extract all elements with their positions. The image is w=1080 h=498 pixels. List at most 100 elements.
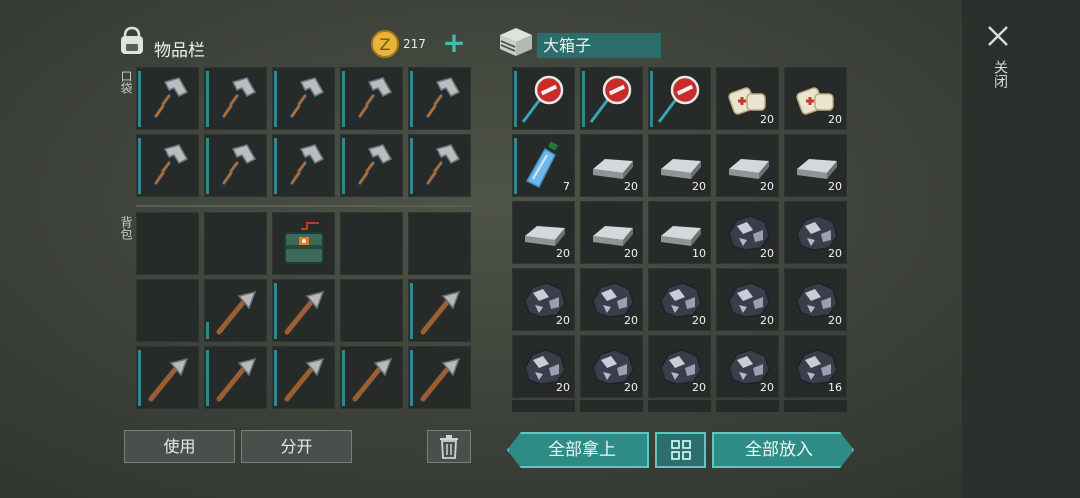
sort-button[interactable]: [655, 432, 706, 468]
durability-bar: [582, 71, 585, 127]
take-all-label: 全部拿上: [548, 440, 616, 460]
box-slot[interactable]: 20: [580, 201, 643, 264]
svg-text:Z: Z: [380, 35, 391, 54]
box-slot[interactable]: 20: [784, 134, 847, 197]
item-count: 20: [692, 180, 706, 193]
box-slot[interactable]: 20: [716, 67, 779, 130]
box-slot[interactable]: [580, 67, 643, 130]
durability-bar: [206, 350, 209, 406]
item-count: 10: [692, 247, 706, 260]
pocket-slot[interactable]: [272, 67, 335, 130]
sort-icon: [670, 440, 691, 460]
backpack-slot[interactable]: [204, 346, 267, 409]
durability-bar: [274, 283, 277, 339]
item-count: 20: [624, 180, 638, 193]
backpack-slot[interactable]: [204, 279, 267, 342]
backpack-slot[interactable]: [136, 212, 199, 275]
backpack-slot[interactable]: [136, 279, 199, 342]
box-slot[interactable]: 16: [784, 335, 847, 398]
box-slot[interactable]: 20: [648, 335, 711, 398]
box-slot[interactable]: 20: [512, 335, 575, 398]
box-slot[interactable]: [512, 67, 575, 130]
item-count: 20: [624, 314, 638, 327]
box-slot[interactable]: 20: [784, 268, 847, 331]
box-slot[interactable]: 20: [716, 134, 779, 197]
close-icon[interactable]: [986, 24, 1010, 48]
box-slot[interactable]: 20: [784, 201, 847, 264]
box-slot[interactable]: 20: [580, 268, 643, 331]
durability-bar: [410, 138, 413, 194]
backpack-label: 背包: [119, 216, 133, 240]
pocket-slot[interactable]: [204, 134, 267, 197]
backpack-slot[interactable]: [272, 279, 335, 342]
box-slot[interactable]: [648, 67, 711, 130]
durability-bar: [206, 138, 209, 194]
box-slot[interactable]: 20: [784, 67, 847, 130]
box-slot[interactable]: 20: [716, 201, 779, 264]
box-slot[interactable]: 20: [716, 335, 779, 398]
backpack-slot[interactable]: [272, 212, 335, 275]
item-count: 20: [692, 381, 706, 394]
backpack-slot[interactable]: [340, 346, 403, 409]
box-slot[interactable]: 20: [648, 268, 711, 331]
durability-bar: [650, 71, 653, 127]
item-count: 20: [760, 247, 774, 260]
add-coins-button[interactable]: +: [441, 29, 467, 57]
item-count: 20: [624, 381, 638, 394]
pocket-slot[interactable]: [340, 67, 403, 130]
backpack-slot[interactable]: [136, 346, 199, 409]
box-slot[interactable]: 20: [648, 134, 711, 197]
durability-bar: [342, 350, 345, 406]
durability-bar: [206, 71, 209, 127]
durability-bar: [138, 71, 141, 127]
pocket-slot[interactable]: [204, 67, 267, 130]
take-all-button[interactable]: 全部拿上: [507, 432, 649, 468]
box-slot[interactable]: 7: [512, 134, 575, 197]
backpack-slot[interactable]: [340, 212, 403, 275]
box-slot[interactable]: 20: [512, 201, 575, 264]
durability-bar: [342, 138, 345, 194]
backpack-slot[interactable]: [408, 346, 471, 409]
box-slot[interactable]: 10: [648, 201, 711, 264]
put-all-button[interactable]: 全部放入: [712, 432, 854, 468]
pocket-slot[interactable]: [272, 134, 335, 197]
item-count: 20: [828, 314, 842, 327]
inventory-title: 物品栏: [154, 41, 205, 61]
trash-button[interactable]: [427, 430, 471, 463]
backpack-slot[interactable]: [204, 212, 267, 275]
close-label[interactable]: 关闭: [990, 60, 1010, 88]
item-count: 20: [760, 314, 774, 327]
box-title: 大箱子: [537, 33, 661, 58]
backpack-slot[interactable]: [408, 212, 471, 275]
pocket-slot[interactable]: [340, 134, 403, 197]
durability-bar: [342, 71, 345, 127]
item-count: 20: [556, 381, 570, 394]
box-row-partial: [512, 400, 849, 412]
durability-bar: [514, 71, 517, 127]
box-slot[interactable]: 20: [580, 335, 643, 398]
use-button[interactable]: 使用: [124, 430, 235, 463]
item-count: 20: [692, 314, 706, 327]
pocket-slot[interactable]: [408, 134, 471, 197]
coin-count: 217: [403, 37, 426, 51]
durability-bar: [138, 138, 141, 194]
item-count: 20: [624, 247, 638, 260]
durability-bar: [274, 138, 277, 194]
trash-icon: [440, 435, 458, 459]
split-button[interactable]: 分开: [241, 430, 352, 463]
durability-bar: [410, 71, 413, 127]
backpack-slot[interactable]: [272, 346, 335, 409]
pocket-label: 口袋: [119, 70, 133, 94]
pocket-slot[interactable]: [136, 67, 199, 130]
coin-icon: Z: [371, 30, 399, 58]
item-count: 20: [556, 247, 570, 260]
box-slot[interactable]: 20: [512, 268, 575, 331]
item-count: 7: [563, 180, 570, 193]
durability-bar: [274, 71, 277, 127]
backpack-slot[interactable]: [408, 279, 471, 342]
pocket-slot[interactable]: [136, 134, 199, 197]
box-slot[interactable]: 20: [580, 134, 643, 197]
box-slot[interactable]: 20: [716, 268, 779, 331]
pocket-slot[interactable]: [408, 67, 471, 130]
backpack-slot[interactable]: [340, 279, 403, 342]
